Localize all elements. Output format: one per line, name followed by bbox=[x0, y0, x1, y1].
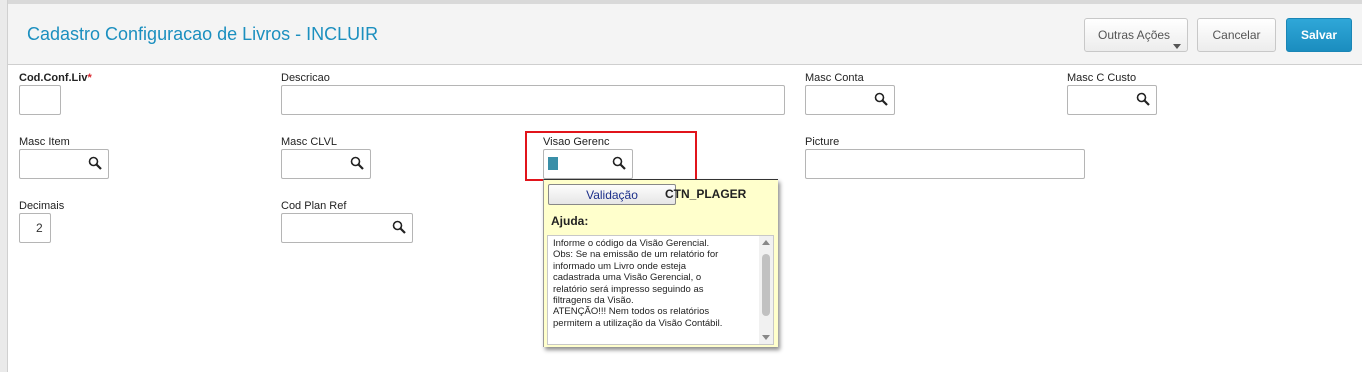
decimais-input[interactable]: 2 bbox=[19, 213, 51, 243]
header-bar: Cadastro Configuracao de Livros - INCLUI… bbox=[8, 4, 1362, 65]
search-icon[interactable] bbox=[874, 92, 888, 106]
help-text-box[interactable]: Informe o código da Visão Gerencial. Obs… bbox=[547, 235, 774, 345]
help-line: informado um Livro onde esteja bbox=[553, 260, 687, 272]
chevron-down-icon bbox=[1173, 44, 1181, 49]
cod-conf-liv-input[interactable] bbox=[19, 85, 61, 115]
descricao-input[interactable] bbox=[281, 85, 785, 115]
validacao-button[interactable]: Validação bbox=[548, 184, 676, 205]
help-line: Informe o código da Visão Gerencial. bbox=[553, 238, 710, 249]
highlight-box bbox=[525, 131, 697, 181]
help-line: Obs: Se na emissão de um relatório for bbox=[553, 249, 719, 261]
search-icon[interactable] bbox=[1136, 92, 1150, 106]
outras-acoes-label: Outras Ações bbox=[1098, 28, 1171, 42]
decimais-label: Decimais bbox=[19, 200, 65, 212]
required-mark: * bbox=[87, 72, 92, 84]
help-line: relatório será impresso seguindo as bbox=[553, 283, 704, 295]
descricao-label: Descricao bbox=[281, 72, 330, 84]
save-button[interactable]: Salvar bbox=[1286, 18, 1352, 52]
outras-acoes-button[interactable]: Outras Ações bbox=[1084, 18, 1188, 52]
cod-plan-ref-label: Cod Plan Ref bbox=[281, 200, 347, 212]
cancel-button[interactable]: Cancelar bbox=[1197, 18, 1276, 52]
masc-conta-label: Masc Conta bbox=[805, 72, 864, 84]
help-scrollbar[interactable] bbox=[759, 236, 773, 344]
search-icon[interactable] bbox=[350, 156, 364, 170]
cod-conf-liv-label-text: Cod.Conf.Liv bbox=[19, 72, 88, 84]
help-popup: Validação CTN_PLAGER Ajuda: Informe o có… bbox=[543, 179, 778, 347]
help-field-code: CTN_PLAGER bbox=[665, 187, 747, 201]
scroll-thumb[interactable] bbox=[762, 254, 770, 316]
help-text: Informe o código da Visão Gerencial. Obs… bbox=[553, 238, 753, 329]
scroll-down-icon[interactable] bbox=[762, 335, 770, 340]
picture-input[interactable] bbox=[805, 149, 1085, 179]
help-line: ATENÇÃO!!! Nem todos os relatórios bbox=[553, 306, 710, 318]
search-icon[interactable] bbox=[88, 156, 102, 170]
help-title: Ajuda: bbox=[551, 214, 589, 228]
masc-c-custo-label: Masc C Custo bbox=[1067, 72, 1137, 84]
scroll-up-icon[interactable] bbox=[762, 240, 770, 245]
help-line: filtragens da Visão. bbox=[553, 295, 634, 307]
picture-label: Picture bbox=[805, 136, 840, 148]
search-icon[interactable] bbox=[392, 220, 406, 234]
page-title: Cadastro Configuracao de Livros - INCLUI… bbox=[27, 24, 379, 44]
help-line: cadastrada uma Visão Gerencial, o bbox=[553, 272, 702, 284]
left-strip bbox=[0, 0, 8, 372]
help-line: permitem a utilização da Visão Contábil. bbox=[553, 317, 723, 329]
cod-conf-liv-label: Cod.Conf.Liv* bbox=[19, 72, 92, 84]
masc-item-label: Masc Item bbox=[19, 136, 70, 148]
masc-clvl-label: Masc CLVL bbox=[281, 136, 338, 148]
